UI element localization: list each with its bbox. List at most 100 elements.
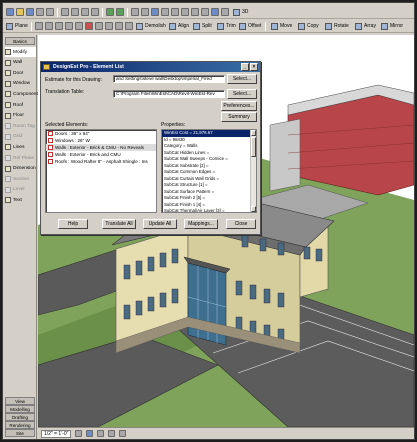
measure-icon[interactable] <box>131 8 139 16</box>
element-checkbox[interactable] <box>48 152 53 157</box>
palette-item-component[interactable]: Component <box>5 89 38 99</box>
element-checkbox[interactable] <box>48 159 53 164</box>
preferences-button[interactable]: Preferences... <box>221 101 257 111</box>
paste-icon[interactable] <box>81 8 89 16</box>
mirror-button[interactable]: Mirror <box>381 21 403 31</box>
redo-icon[interactable] <box>116 8 124 16</box>
view-3d-button[interactable]: 3D <box>233 7 248 17</box>
palette-tab-modelling[interactable]: Modelling <box>5 405 35 413</box>
element-list-item[interactable]: Walls : Exterior - Brick and CMU <box>46 151 156 158</box>
palette-item-text[interactable]: Text <box>5 195 36 205</box>
shadows-icon[interactable] <box>97 430 105 437</box>
palette-item-ref-plane[interactable]: Ref Plane <box>5 153 36 163</box>
grid-icon[interactable] <box>35 22 43 30</box>
hide-isolate-icon[interactable] <box>119 430 127 437</box>
trim-button[interactable]: Trim <box>217 21 236 31</box>
view-cube-icon[interactable] <box>201 8 209 16</box>
work-plane-button[interactable]: Plane <box>6 21 28 31</box>
zoom-icon[interactable] <box>171 8 179 16</box>
undo-icon[interactable] <box>106 8 114 16</box>
element-list-item[interactable]: Windows : 26" W <box>46 137 156 144</box>
save-icon[interactable] <box>26 8 34 16</box>
help-button[interactable]: Help <box>58 219 88 229</box>
elements-list[interactable]: Doors : 36" x 84" Windows : 26" W Walls : … <box>45 129 157 213</box>
delete-icon[interactable] <box>85 22 93 30</box>
dialog-title-bar[interactable]: DesignEst Pro - Element List _ × <box>41 62 260 72</box>
translation-select-button[interactable]: Select... <box>227 89 257 99</box>
palette-item-roof[interactable]: Roof <box>5 100 36 110</box>
palette-item-room-tag[interactable]: Room Tag <box>5 121 36 131</box>
palette-item-floor[interactable]: Floor <box>5 111 36 121</box>
print-preview-icon[interactable] <box>46 8 54 16</box>
element-list-item[interactable]: Roofs : Wood Rafter 8" - Asphalt Shingle… <box>46 158 156 165</box>
palette-tab-drafting[interactable]: Drafting <box>5 413 35 421</box>
match-properties-icon[interactable] <box>91 8 99 16</box>
element-checkbox[interactable] <box>48 145 53 150</box>
view-scale[interactable]: 1/2" = 1'-0" <box>41 429 72 438</box>
element-checkbox[interactable] <box>48 138 53 143</box>
render-icon[interactable] <box>211 8 219 16</box>
element-checkbox[interactable] <box>48 131 53 136</box>
array-button[interactable]: Array <box>355 21 376 31</box>
demolish-button[interactable]: Demolish <box>136 21 166 31</box>
rotate-button[interactable]: Rotate <box>325 21 349 31</box>
paint-icon[interactable] <box>115 22 123 30</box>
move-button[interactable]: Move <box>271 21 292 31</box>
offset-button[interactable]: Offset <box>239 21 261 31</box>
elevation-icon[interactable] <box>221 8 229 16</box>
update-all-button[interactable]: Update All <box>143 219 177 229</box>
estimate-select-button[interactable]: Select... <box>227 74 257 84</box>
align-button[interactable]: Align <box>169 21 189 31</box>
scroll-thumb[interactable] <box>251 137 256 157</box>
copy-icon[interactable] <box>71 8 79 16</box>
crop-region-icon[interactable] <box>108 430 116 437</box>
print-icon[interactable] <box>36 8 44 16</box>
join-icon[interactable] <box>95 22 103 30</box>
translation-field[interactable]: C:\Program Files\WinEst\CAD\Revit-WinEst… <box>113 90 225 98</box>
open-folder-icon[interactable] <box>16 8 24 16</box>
palette-item-modify[interactable]: Modify <box>5 47 36 57</box>
split-face-icon[interactable] <box>125 22 133 30</box>
palette-item-window[interactable]: Window <box>5 79 36 89</box>
summary-button[interactable]: Summary <box>221 112 257 122</box>
scroll-up-arrow[interactable] <box>251 130 256 136</box>
detail-level-icon[interactable] <box>75 430 83 437</box>
snap-icon[interactable] <box>45 22 53 30</box>
linework-icon[interactable] <box>65 22 73 30</box>
view-properties-icon[interactable] <box>161 8 169 16</box>
split-button[interactable]: Split <box>193 21 212 31</box>
palette-item-door[interactable]: Door <box>5 68 36 78</box>
element-list-item[interactable]: Doors : 36" x 84" <box>46 130 156 137</box>
property-row[interactable]: SubCat Thermal/Air Layer [3] = <box>162 208 256 212</box>
estimate-field[interactable]: and Settings\steve wall\Desktop\Imperial… <box>113 75 225 83</box>
thin-lines-icon[interactable] <box>151 8 159 16</box>
hide-icon[interactable] <box>55 22 63 30</box>
section-box-icon[interactable] <box>191 8 199 16</box>
properties-list[interactable]: WinEst Cost = 21,976.67 Id = 98430 Categor… <box>161 129 257 213</box>
cut-geometry-icon[interactable] <box>105 22 113 30</box>
copy-button[interactable]: Copy <box>298 21 319 31</box>
palette-tab-rendering[interactable]: Rendering <box>5 421 35 429</box>
tag-icon[interactable] <box>141 8 149 16</box>
palette-item-wall[interactable]: Wall <box>5 58 36 68</box>
minimize-button[interactable]: _ <box>241 63 249 71</box>
palette-item-dimension[interactable]: Dimension <box>5 164 36 174</box>
palette-tab-basics[interactable]: Basics <box>5 37 35 45</box>
scroll-down-arrow[interactable] <box>251 206 256 212</box>
palette-item-grid[interactable]: Grid <box>5 132 36 142</box>
palette-tab-view[interactable]: View <box>5 397 35 405</box>
properties-scrollbar[interactable] <box>250 130 256 212</box>
new-file-icon[interactable] <box>6 8 14 16</box>
cut-icon[interactable] <box>61 8 69 16</box>
close-button[interactable]: Close <box>226 219 256 229</box>
translate-all-button[interactable]: Translate All <box>102 219 136 229</box>
element-list-item[interactable]: Walls : Exterior - Brick & CMU - No Reve… <box>46 144 156 151</box>
mappings-button[interactable]: Mappings... <box>184 219 218 229</box>
palette-item-section[interactable]: Section <box>5 174 36 184</box>
palette-tab-site[interactable]: Site <box>5 429 35 437</box>
close-icon[interactable]: × <box>250 63 258 71</box>
model-graphics-icon[interactable] <box>86 430 94 437</box>
pin-icon[interactable] <box>75 22 83 30</box>
palette-item-lines[interactable]: Lines <box>5 142 36 152</box>
zoom-region-icon[interactable] <box>181 8 189 16</box>
